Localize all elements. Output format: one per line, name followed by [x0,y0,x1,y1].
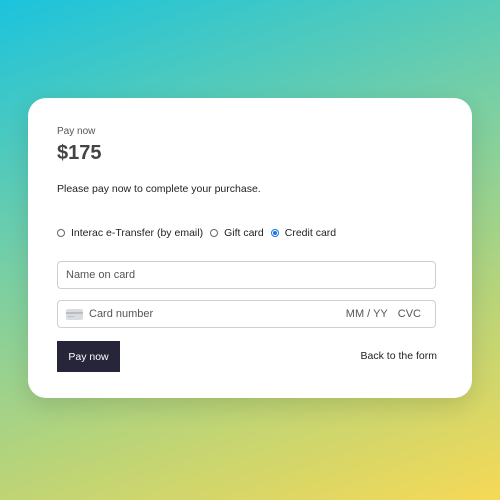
method-credit-card[interactable]: Credit card [270,227,337,239]
radio-credit-card[interactable] [270,229,279,237]
pay-now-button[interactable]: Pay now [57,341,120,372]
amount-due: $175 [57,142,102,164]
cvc-input[interactable]: CVC [398,308,421,320]
credit-card-icon [66,308,83,320]
payment-method-group: Interac e-Transfer (by email) Gift card … [57,227,343,239]
method-gift-card-label: Gift card [224,227,264,239]
radio-gift-card[interactable] [210,229,219,237]
name-on-card-input[interactable]: Name on card [57,261,436,289]
radio-interac[interactable] [57,229,65,237]
card-number-placeholder: Card number [89,308,154,320]
method-credit-card-label: Credit card [284,227,337,239]
method-interac-label: Interac e-Transfer (by email) [71,227,204,239]
expiry-input[interactable]: MM / YY [346,308,388,320]
method-gift-card[interactable]: Gift card [210,227,264,239]
payment-description: Please pay now to complete your purchase… [57,183,261,195]
card-number-input[interactable]: Card number MM / YY CVC [57,300,436,328]
payment-card: Pay now $175 Please pay now to complete … [28,98,472,398]
pay-now-label: Pay now [57,126,96,137]
method-interac[interactable]: Interac e-Transfer (by email) [57,227,203,239]
name-on-card-placeholder: Name on card [66,269,136,281]
back-to-form-link[interactable]: Back to the form [361,350,437,362]
